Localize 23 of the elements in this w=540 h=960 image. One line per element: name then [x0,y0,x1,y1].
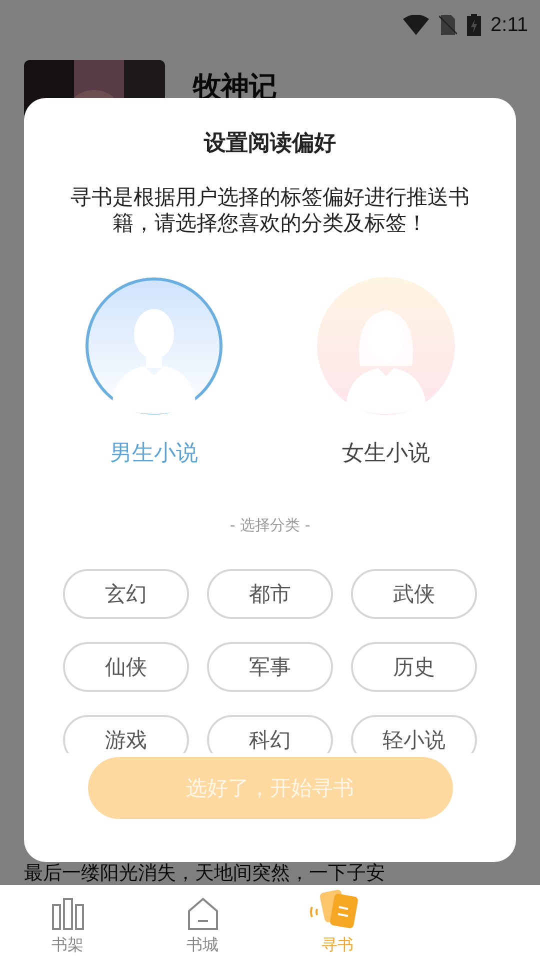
gender-label[interactable]: 女生小说 [342,438,430,468]
nav-tab[interactable]: 书城 [135,885,270,960]
category-tag[interactable]: 仙侠 [63,642,189,692]
book-excerpt: 最后一缕阳光消失，天地间突然，一下子安 [23,862,386,885]
battery-icon [466,14,481,36]
category-tag[interactable]: 都市 [207,569,333,619]
no-sim-icon [438,15,457,35]
dialog-description: 寻书是根据用户选择的标签偏好进行推送书籍，请选择您喜欢的分类及标签！ [70,184,470,236]
dialog-title: 设置阅读偏好 [204,130,336,158]
category-tag[interactable]: 游戏 [63,715,189,753]
wifi-icon [402,15,429,35]
category-tag[interactable]: 军事 [207,642,333,692]
category-tag[interactable]: 玄幻 [63,569,189,619]
category-tag[interactable]: 科幻 [207,715,333,753]
category-tag[interactable]: 武侠 [351,569,477,619]
status-time: 2:11 [490,14,528,36]
category-tag[interactable]: 历史 [351,642,477,692]
bookshelf-icon [50,897,84,931]
house-icon [186,897,220,931]
nav-tab[interactable]: 书架 [0,885,135,960]
male-avatar[interactable] [84,276,224,416]
category-tag[interactable]: 轻小说 [351,715,477,753]
section-label: - 选择分类 - [230,516,310,535]
